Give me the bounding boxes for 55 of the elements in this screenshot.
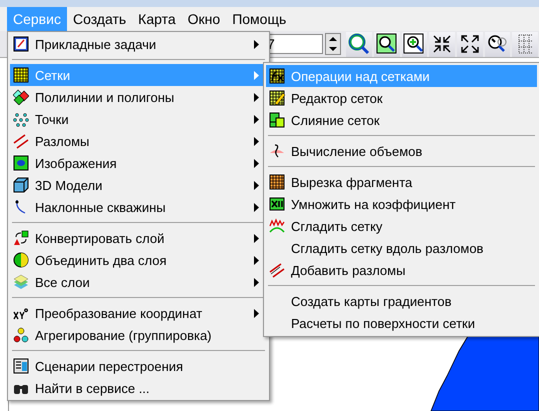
convert-icon <box>13 230 29 246</box>
menu-item[interactable]: 3D Модели <box>10 174 267 196</box>
menu-item[interactable]: Агрегирование (группировка) <box>10 324 267 346</box>
menu-item[interactable]: Найти в сервисе ... <box>10 377 267 399</box>
menu-item[interactable]: Наклонные скважины <box>10 196 267 218</box>
menu-item[interactable]: Добавить разломы <box>266 259 537 281</box>
image-icon <box>13 155 29 171</box>
zoom-icon[interactable] <box>374 32 400 56</box>
grid-icon <box>13 67 29 83</box>
menu-item[interactable]: Точки <box>10 108 267 130</box>
volume-curve-icon <box>269 143 285 159</box>
menu-item[interactable]: Все слои <box>10 271 267 293</box>
script-icon <box>13 358 29 374</box>
layers-icon <box>13 274 29 290</box>
spin-button[interactable] <box>325 33 342 55</box>
task-window-icon <box>13 36 29 52</box>
menu-item[interactable]: Преобразование координат <box>10 302 267 324</box>
cube-grid-icon <box>13 177 29 193</box>
menu-item[interactable]: Конвертировать слой <box>10 227 267 249</box>
menu-item[interactable]: Вычисление объемов <box>266 140 537 162</box>
menu-item[interactable]: Изображения <box>10 152 267 174</box>
grid-icon[interactable] <box>512 32 538 56</box>
circles-icon <box>13 327 29 343</box>
grid-pencil-icon <box>269 90 285 106</box>
menu-bar-item[interactable]: Помощь <box>226 7 292 31</box>
add-faults-icon <box>269 262 285 278</box>
fault-lines-icon <box>13 133 29 149</box>
menu-item[interactable]: Расчеты по поверхности сетки <box>266 312 537 334</box>
points-icon <box>13 111 29 127</box>
zoom-icon[interactable] <box>484 32 510 56</box>
menu-item[interactable]: Вырезка фрагмента <box>266 171 537 193</box>
zoom-icon[interactable] <box>402 32 428 56</box>
menu-item[interactable]: Создать карты градиентов <box>266 290 537 312</box>
grid-formula-icon <box>269 68 285 84</box>
menu-item[interactable]: Слияние сеток <box>266 109 537 131</box>
menu-item[interactable]: Объединить два слоя <box>10 249 267 271</box>
expand-icon[interactable] <box>456 32 483 56</box>
smooth-curve-icon <box>269 218 285 234</box>
zoom-icon[interactable] <box>346 32 372 56</box>
grid-multiply-icon <box>269 196 285 212</box>
menu-bar-item[interactable]: Карта <box>132 7 182 31</box>
menu-item[interactable]: Сгладить сетку <box>266 215 537 237</box>
menu-bar-item[interactable]: Окно <box>182 7 226 31</box>
grid-cut-icon <box>269 174 285 190</box>
half-circle-icon <box>13 252 29 268</box>
menu-item[interactable]: Редактор сеток <box>266 87 537 109</box>
menu-item[interactable]: Разломы <box>10 130 267 152</box>
polygons-icon <box>13 89 29 105</box>
menu-item[interactable]: Умножить на коэффициент <box>266 193 537 215</box>
grid-merge-icon <box>269 112 285 128</box>
menu-bar-item[interactable]: Создать <box>66 7 132 31</box>
menu-item[interactable]: Полилинии и полигоны <box>10 86 267 108</box>
menu-item[interactable]: Сгладить сетку вдоль разломов <box>266 237 537 259</box>
menu-item[interactable]: Сценарии перестроения <box>10 355 267 377</box>
collapse-icon[interactable] <box>429 32 455 56</box>
